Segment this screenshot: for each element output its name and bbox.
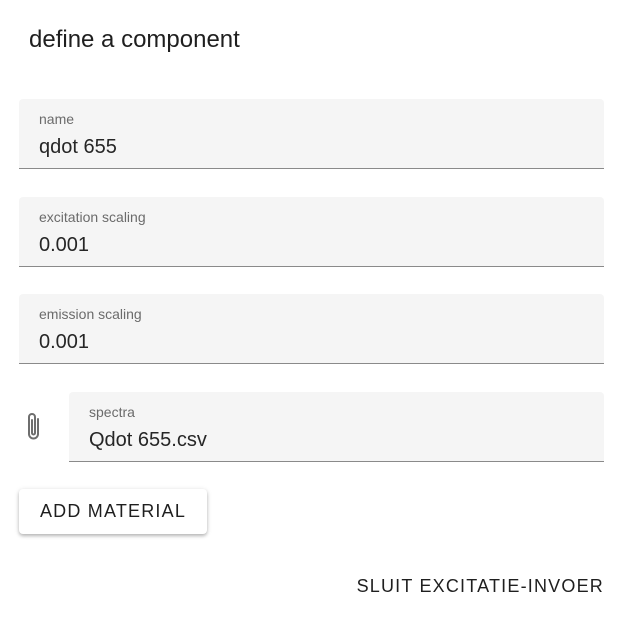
name-field-label: name bbox=[39, 111, 75, 127]
define-component-dialog: define a component name excitation scali… bbox=[0, 0, 622, 617]
close-excitation-input-button[interactable]: SLUIT EXCITATIE-INVOER bbox=[357, 568, 604, 604]
excitation-scaling-field[interactable]: excitation scaling bbox=[19, 197, 604, 267]
emission-scaling-input[interactable] bbox=[39, 330, 584, 354]
spectra-file-input[interactable] bbox=[89, 428, 584, 452]
add-material-button[interactable]: ADD MATERIAL bbox=[19, 489, 207, 534]
name-input[interactable] bbox=[39, 135, 584, 159]
emission-scaling-field[interactable]: emission scaling bbox=[19, 294, 604, 364]
spectra-file-field[interactable]: spectra bbox=[69, 392, 604, 462]
excitation-scaling-input[interactable] bbox=[39, 233, 584, 257]
spectra-field-label: spectra bbox=[89, 404, 135, 420]
paperclip-icon[interactable] bbox=[22, 410, 46, 444]
name-field[interactable]: name bbox=[19, 99, 604, 169]
dialog-title: define a component bbox=[29, 26, 240, 53]
excitation-scaling-label: excitation scaling bbox=[39, 209, 146, 225]
emission-scaling-label: emission scaling bbox=[39, 306, 142, 322]
